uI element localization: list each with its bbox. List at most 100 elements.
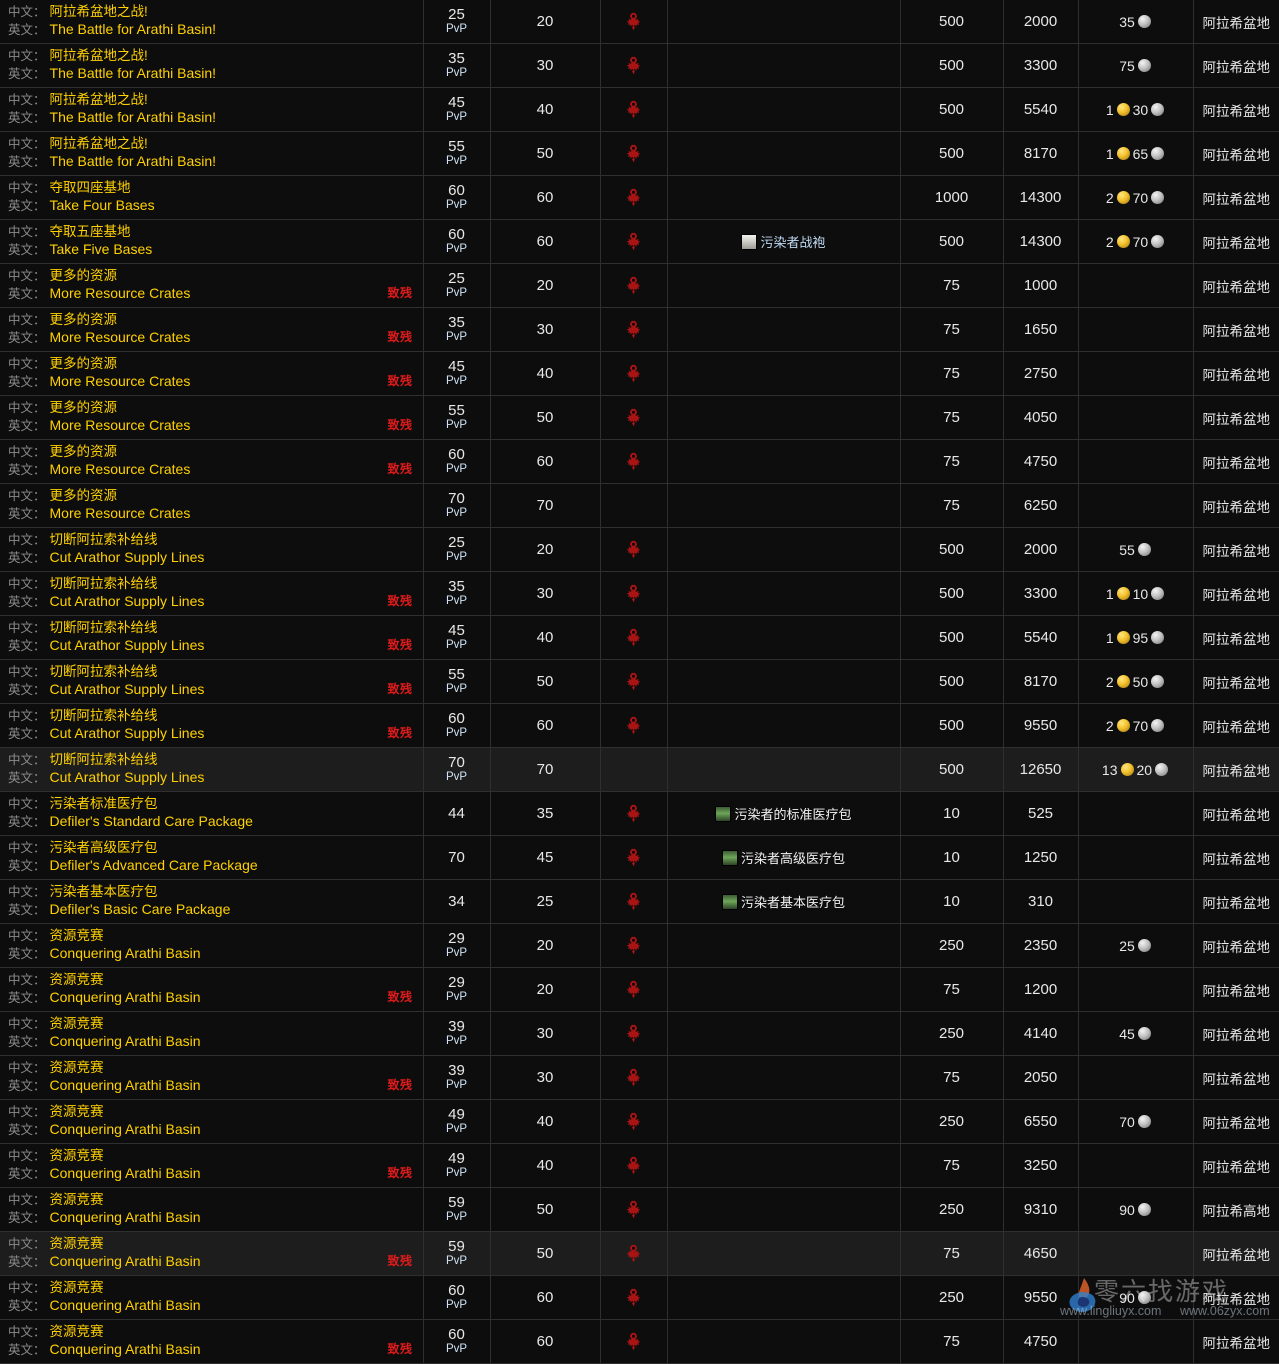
reward-item-name[interactable]: 污染者高级医疗包	[741, 848, 845, 867]
reward-item-cell[interactable]	[667, 1188, 900, 1232]
quest-name-en[interactable]: Defiler's Basic Care Package	[50, 901, 231, 918]
quest-row[interactable]: 中文：污染者高级医疗包英文：Defiler's Advanced Care Pa…	[0, 836, 1279, 880]
quest-name-cell[interactable]: 中文：更多的资源英文：More Resource Crates致残	[0, 396, 423, 440]
quest-name-cn[interactable]: 资源竞赛	[50, 1015, 104, 1032]
reward-item-cell[interactable]: 污染者高级医疗包	[667, 836, 900, 880]
quest-name-cn[interactable]: 切断阿拉索补给线	[50, 707, 158, 724]
zone-cell[interactable]: 阿拉希盆地	[1193, 528, 1279, 572]
quest-row[interactable]: 中文：资源竞赛英文：Conquering Arathi Basin59PvP50…	[0, 1188, 1279, 1232]
quest-name-en[interactable]: Conquering Arathi Basin	[50, 945, 201, 962]
quest-name-cell[interactable]: 中文：资源竞赛英文：Conquering Arathi Basin	[0, 1100, 423, 1144]
quest-row[interactable]: 中文：夺取五座基地英文：Take Five Bases60PvP60污染者战袍5…	[0, 220, 1279, 264]
zone-cell[interactable]: 阿拉希盆地	[1193, 968, 1279, 1012]
zone-cell[interactable]: 阿拉希盆地	[1193, 704, 1279, 748]
reward-item-cell[interactable]	[667, 704, 900, 748]
quest-row[interactable]: 中文：资源竞赛英文：Conquering Arathi Basin致残49PvP…	[0, 1144, 1279, 1188]
quest-name-en[interactable]: Cut Arathor Supply Lines	[50, 549, 205, 566]
quest-name-en[interactable]: Cut Arathor Supply Lines	[50, 637, 205, 654]
quest-name-cell[interactable]: 中文：资源竞赛英文：Conquering Arathi Basin	[0, 1276, 423, 1320]
quest-name-cn[interactable]: 资源竞赛	[50, 927, 104, 944]
quest-row[interactable]: 中文：更多的资源英文：More Resource Crates70PvP7075…	[0, 484, 1279, 528]
zone-cell[interactable]: 阿拉希盆地	[1193, 440, 1279, 484]
reward-item-cell[interactable]	[667, 308, 900, 352]
quest-row[interactable]: 中文：阿拉希盆地之战!英文：The Battle for Arathi Basi…	[0, 44, 1279, 88]
zone-name[interactable]: 阿拉希盆地	[1203, 148, 1271, 163]
zone-name[interactable]: 阿拉希盆地	[1203, 412, 1271, 427]
reward-item-cell[interactable]: 污染者基本医疗包	[667, 880, 900, 924]
quest-name-en[interactable]: More Resource Crates	[50, 373, 191, 390]
quest-name-cell[interactable]: 中文：切断阿拉索补给线英文：Cut Arathor Supply Lines致残	[0, 660, 423, 704]
quest-name-cn[interactable]: 切断阿拉索补给线	[50, 575, 158, 592]
reward-item-cell[interactable]	[667, 176, 900, 220]
reward-item-cell[interactable]	[667, 132, 900, 176]
quest-name-cell[interactable]: 中文：切断阿拉索补给线英文：Cut Arathor Supply Lines致残	[0, 616, 423, 660]
reward-item-cell[interactable]	[667, 528, 900, 572]
quest-name-cn[interactable]: 资源竞赛	[50, 1147, 104, 1164]
quest-name-en[interactable]: Conquering Arathi Basin	[50, 1165, 201, 1182]
quest-row[interactable]: 中文：切断阿拉索补给线英文：Cut Arathor Supply Lines70…	[0, 748, 1279, 792]
quest-name-cn[interactable]: 切断阿拉索补给线	[50, 619, 158, 636]
quest-name-cell[interactable]: 中文：资源竞赛英文：Conquering Arathi Basin致残	[0, 968, 423, 1012]
quest-name-cell[interactable]: 中文：阿拉希盆地之战!英文：The Battle for Arathi Basi…	[0, 88, 423, 132]
quest-name-en[interactable]: Conquering Arathi Basin	[50, 1341, 201, 1358]
quest-name-cn[interactable]: 资源竞赛	[50, 1279, 104, 1296]
quest-name-cn[interactable]: 切断阿拉索补给线	[50, 663, 158, 680]
reward-item-cell[interactable]: 污染者战袍	[667, 220, 900, 264]
zone-cell[interactable]: 阿拉希盆地	[1193, 308, 1279, 352]
quest-name-cn[interactable]: 更多的资源	[50, 399, 118, 416]
quest-row[interactable]: 中文：阿拉希盆地之战!英文：The Battle for Arathi Basi…	[0, 132, 1279, 176]
quest-name-en[interactable]: Conquering Arathi Basin	[50, 1253, 201, 1270]
zone-name[interactable]: 阿拉希盆地	[1203, 1336, 1271, 1351]
quest-name-cell[interactable]: 中文：阿拉希盆地之战!英文：The Battle for Arathi Basi…	[0, 132, 423, 176]
quest-name-cell[interactable]: 中文：资源竞赛英文：Conquering Arathi Basin	[0, 924, 423, 968]
quest-row[interactable]: 中文：污染者标准医疗包英文：Defiler's Standard Care Pa…	[0, 792, 1279, 836]
zone-cell[interactable]: 阿拉希盆地	[1193, 1276, 1279, 1320]
quest-name-cn[interactable]: 资源竞赛	[50, 1059, 104, 1076]
zone-name[interactable]: 阿拉希高地	[1203, 1204, 1271, 1219]
quest-name-en[interactable]: The Battle for Arathi Basin!	[50, 109, 217, 126]
quest-name-en[interactable]: More Resource Crates	[50, 329, 191, 346]
quest-name-cell[interactable]: 中文：切断阿拉索补给线英文：Cut Arathor Supply Lines致残	[0, 572, 423, 616]
quest-name-cn[interactable]: 更多的资源	[50, 355, 118, 372]
zone-name[interactable]: 阿拉希盆地	[1203, 852, 1271, 867]
quest-name-en[interactable]: Conquering Arathi Basin	[50, 1209, 201, 1226]
quest-name-cn[interactable]: 资源竞赛	[50, 1103, 104, 1120]
quest-name-cn[interactable]: 阿拉希盆地之战!	[50, 3, 148, 20]
zone-name[interactable]: 阿拉希盆地	[1203, 632, 1271, 647]
quest-name-cell[interactable]: 中文：更多的资源英文：More Resource Crates致残	[0, 264, 423, 308]
zone-name[interactable]: 阿拉希盆地	[1203, 280, 1271, 295]
quest-name-cell[interactable]: 中文：更多的资源英文：More Resource Crates	[0, 484, 423, 528]
zone-name[interactable]: 阿拉希盆地	[1203, 60, 1271, 75]
zone-name[interactable]: 阿拉希盆地	[1203, 720, 1271, 735]
reward-item-cell[interactable]	[667, 1232, 900, 1276]
quest-name-cn[interactable]: 切断阿拉索补给线	[50, 751, 158, 768]
zone-cell[interactable]: 阿拉希盆地	[1193, 264, 1279, 308]
quest-name-cn[interactable]: 阿拉希盆地之战!	[50, 91, 148, 108]
quest-name-en[interactable]: Take Five Bases	[50, 241, 153, 258]
zone-cell[interactable]: 阿拉希盆地	[1193, 792, 1279, 836]
reward-item-cell[interactable]	[667, 1144, 900, 1188]
zone-cell[interactable]: 阿拉希盆地	[1193, 924, 1279, 968]
quest-name-en[interactable]: The Battle for Arathi Basin!	[50, 21, 217, 38]
quest-name-en[interactable]: The Battle for Arathi Basin!	[50, 65, 217, 82]
zone-cell[interactable]: 阿拉希盆地	[1193, 1232, 1279, 1276]
quest-row[interactable]: 中文：夺取四座基地英文：Take Four Bases60PvP60100014…	[0, 176, 1279, 220]
zone-name[interactable]: 阿拉希盆地	[1203, 1160, 1271, 1175]
reward-item-cell[interactable]	[667, 440, 900, 484]
quest-name-cell[interactable]: 中文：污染者基本医疗包英文：Defiler's Basic Care Packa…	[0, 880, 423, 924]
quest-row[interactable]: 中文：切断阿拉索补给线英文：Cut Arathor Supply Lines25…	[0, 528, 1279, 572]
zone-name[interactable]: 阿拉希盆地	[1203, 940, 1271, 955]
zone-name[interactable]: 阿拉希盆地	[1203, 1072, 1271, 1087]
quest-name-en[interactable]: More Resource Crates	[50, 461, 191, 478]
reward-item-cell[interactable]	[667, 44, 900, 88]
quest-name-en[interactable]: More Resource Crates	[50, 285, 191, 302]
quest-name-cell[interactable]: 中文：夺取五座基地英文：Take Five Bases	[0, 220, 423, 264]
quest-name-cell[interactable]: 中文：切断阿拉索补给线英文：Cut Arathor Supply Lines	[0, 528, 423, 572]
quest-name-en[interactable]: Cut Arathor Supply Lines	[50, 725, 205, 742]
quest-row[interactable]: 中文：切断阿拉索补给线英文：Cut Arathor Supply Lines致残…	[0, 660, 1279, 704]
quest-row[interactable]: 中文：资源竞赛英文：Conquering Arathi Basin致残59PvP…	[0, 1232, 1279, 1276]
zone-name[interactable]: 阿拉希盆地	[1203, 456, 1271, 471]
quest-name-cell[interactable]: 中文：资源竞赛英文：Conquering Arathi Basin	[0, 1012, 423, 1056]
quest-name-cn[interactable]: 切断阿拉索补给线	[50, 531, 158, 548]
quest-name-en[interactable]: Conquering Arathi Basin	[50, 1077, 201, 1094]
